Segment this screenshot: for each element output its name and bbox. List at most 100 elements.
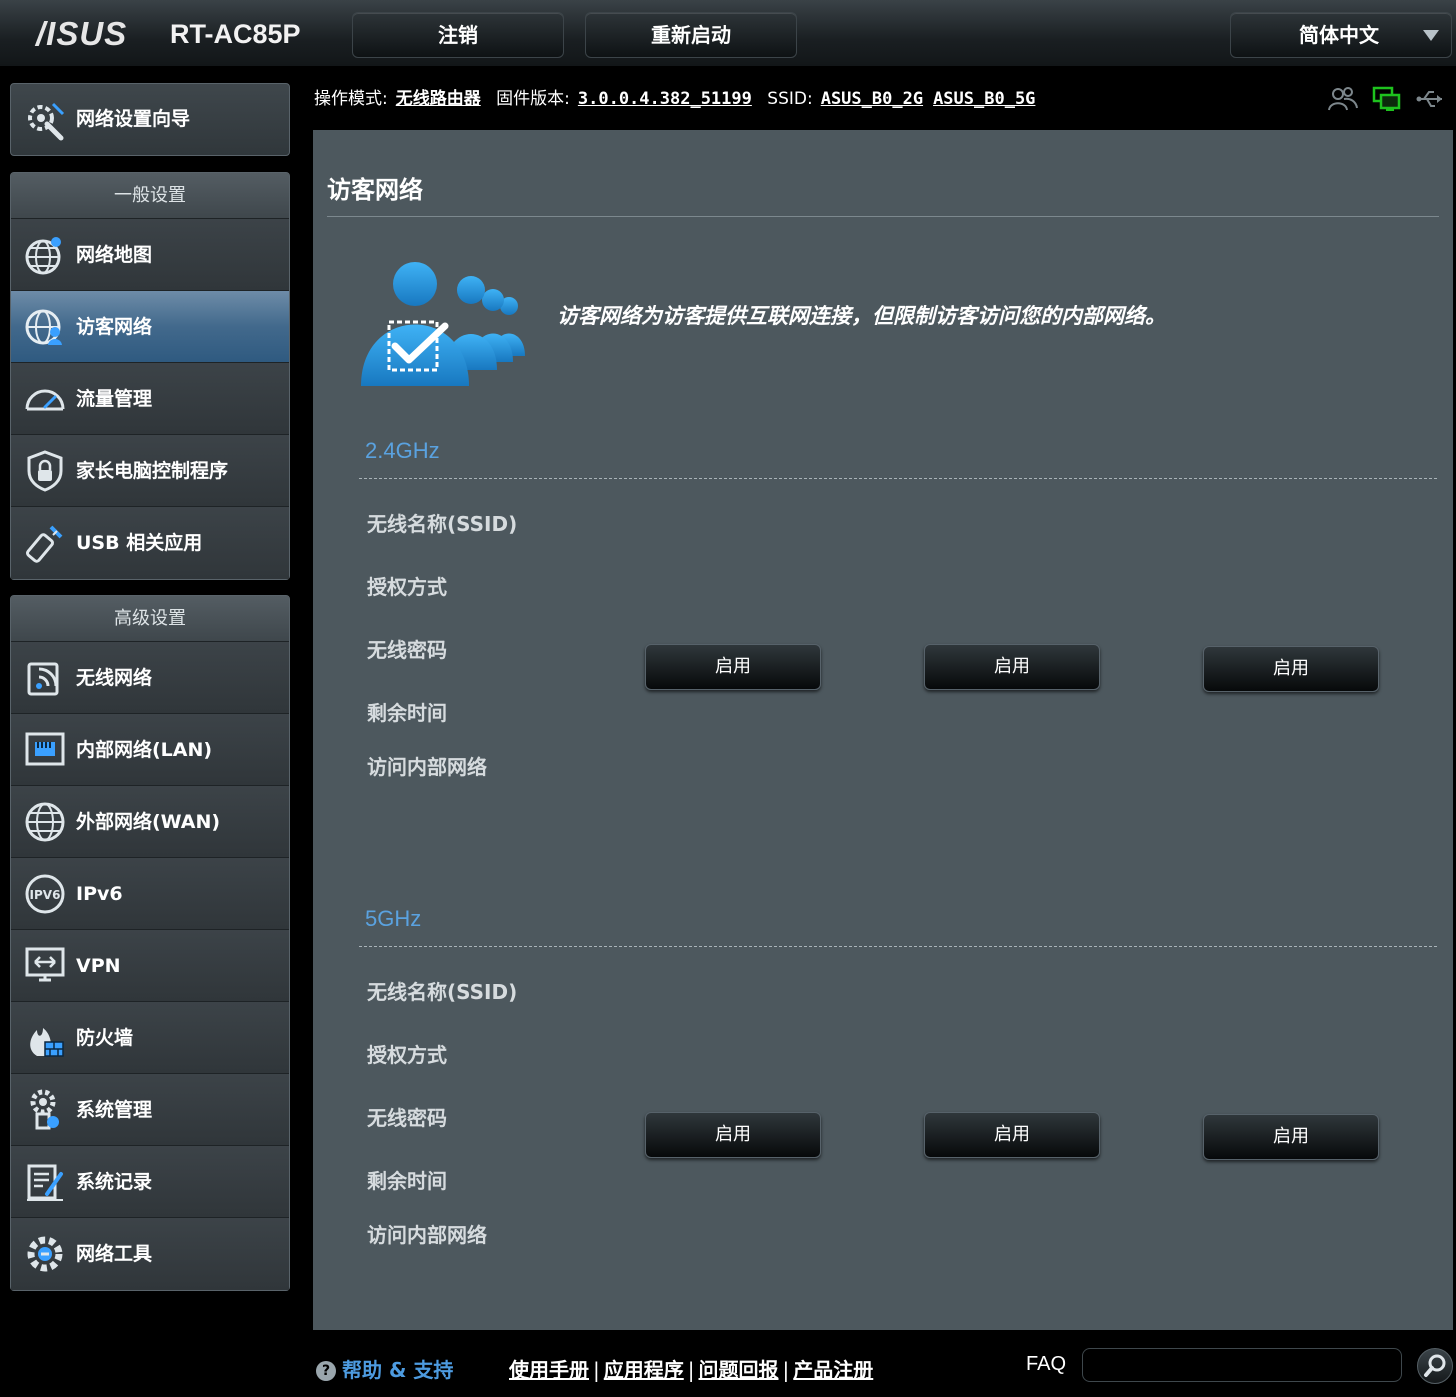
sidebar-item-usb-apps[interactable]: USB 相关应用 [11, 507, 289, 579]
help-support-label: 帮助 & 支持 [342, 1358, 454, 1382]
ipv6-icon: IPV6 [25, 874, 65, 914]
manual-link[interactable]: 使用手册 [509, 1358, 589, 1382]
network-status-icon[interactable] [1372, 86, 1402, 112]
advanced-settings-header: 高级设置 [11, 596, 289, 642]
guest-network-panel: 访客网络 访客网络为访客提供互联网连接，但限制访客访问您的内部网络。 2.4GH… [313, 130, 1453, 1330]
sidebar-item-label: 网络工具 [76, 1243, 153, 1265]
sidebar-item-vpn[interactable]: VPN [11, 930, 289, 1002]
system-admin-icon [30, 1089, 59, 1130]
mode-label: 操作模式: [314, 89, 388, 109]
link-separator: | [593, 1358, 600, 1382]
sidebar-item-label: 无线网络 [76, 667, 153, 689]
sidebar-item-label: VPN [76, 955, 121, 977]
language-select[interactable]: 简体中文 [1230, 12, 1452, 58]
guest-globe-icon [25, 309, 62, 345]
logout-button[interactable]: 注销 [352, 12, 564, 58]
footer-links: 使用手册 | 应用程序 | 问题回报 | 产品注册 [509, 1354, 873, 1383]
apps-link[interactable]: 应用程序 [604, 1358, 684, 1382]
general-settings-header: 一般设置 [11, 173, 289, 219]
enable-button-2g-3[interactable]: 启用 [1203, 646, 1379, 692]
firewall-icon [30, 1028, 64, 1057]
help-question-icon: ? [316, 1361, 336, 1381]
faq-label: FAQ [1026, 1353, 1067, 1375]
ssid-label: SSID: [767, 89, 813, 109]
footer: ? 帮助 & 支持 使用手册 | 应用程序 | 问题回报 | 产品注册 FAQ [314, 1340, 1456, 1397]
link-separator: | [782, 1358, 790, 1382]
svg-text:IPV6: IPV6 [30, 888, 61, 902]
band-divider-2g [359, 478, 1437, 479]
usb-icon [26, 525, 63, 563]
firmware-label: 固件版本: [496, 89, 570, 109]
sidebar-item-guest-network[interactable]: 访客网络 [11, 291, 289, 363]
row-label-password: 无线密码 [367, 1106, 447, 1130]
sidebar-item-parental-controls[interactable]: 家长电脑控制程序 [11, 435, 289, 507]
ssid-2g-link[interactable]: ASUS_B0_2G [821, 89, 923, 109]
firmware-link[interactable]: 3.0.0.4.382_51199 [578, 89, 752, 109]
wizard-row: 网络设置向导 [11, 84, 289, 155]
sidebar-item-label: IPv6 [76, 883, 123, 905]
status-icons [1328, 86, 1446, 112]
sidebar-item-label: 内部网络(LAN) [76, 739, 213, 761]
product-registration-link[interactable]: 产品注册 [793, 1358, 873, 1382]
row-label-password: 无线密码 [367, 638, 447, 662]
sidebar-item-firewall[interactable]: 防火墙 [11, 1002, 289, 1074]
sidebar-item-lan[interactable]: 内部网络(LAN) [11, 714, 289, 786]
language-value: 简体中文 [1299, 23, 1379, 47]
sidebar-item-wireless[interactable]: 无线网络 [11, 642, 289, 714]
status-infobar: 操作模式: 无线路由器 固件版本: 3.0.0.4.382_51199 SSID: A… [314, 80, 1454, 120]
parental-lock-icon [27, 450, 63, 492]
sidebar-item-ipv6[interactable]: IPV6 IPv6 [11, 858, 289, 930]
vpn-icon [25, 947, 65, 982]
ssid-5g-link[interactable]: ASUS_B0_5G [933, 89, 1035, 109]
row-label-auth-method: 授权方式 [367, 1043, 447, 1067]
usb-status-icon[interactable] [1416, 86, 1446, 112]
feedback-link[interactable]: 问题回报 [699, 1358, 779, 1382]
globe-network-icon [25, 237, 61, 275]
sidebar-item-administration[interactable]: 系统管理 [11, 1074, 289, 1146]
wireless-icon [27, 662, 59, 696]
guest-users-icon [361, 262, 525, 386]
search-icon [1424, 1354, 1446, 1377]
sidebar-item-network-tools[interactable]: 网络工具 [11, 1218, 289, 1290]
network-tools-icon [27, 1236, 63, 1272]
sidebar-item-label: 系统记录 [76, 1171, 153, 1193]
guest-network-description: 访客网络为访客提供互联网连接，但限制访客访问您的内部网络。 [557, 304, 1166, 328]
row-label-auth-method: 授权方式 [367, 575, 447, 599]
enable-button-2g-1[interactable]: 启用 [645, 644, 821, 690]
asus-logo: /ISUS [36, 15, 128, 52]
faq-search-input[interactable] [1082, 1348, 1402, 1382]
sidebar-item-network-map[interactable]: 网络地图 [11, 219, 289, 291]
row-label-time-remaining: 剩余时间 [367, 1169, 447, 1193]
sidebar-item-traffic-manager[interactable]: 流量管理 [11, 363, 289, 435]
help-support-link[interactable]: ? 帮助 & 支持 [316, 1354, 453, 1383]
sidebar-item-label: 流量管理 [76, 388, 153, 410]
chevron-down-icon [1423, 30, 1439, 41]
model-name: RT-AC85P [170, 19, 301, 49]
link-separator: | [687, 1358, 695, 1382]
page-title: 访客网络 [327, 176, 423, 204]
system-log-icon [27, 1164, 63, 1201]
wan-globe-icon [25, 802, 65, 842]
row-label-time-remaining: 剩余时间 [367, 701, 447, 725]
enable-button-2g-2[interactable]: 启用 [924, 644, 1100, 690]
wizard-wrench-icon [28, 102, 65, 141]
faq-search-button[interactable] [1417, 1348, 1453, 1384]
top-header: /ISUS RT-AC85P 注销 重新启动 简体中文 [0, 0, 1456, 66]
reboot-button[interactable]: 重新启动 [585, 12, 797, 58]
sidebar-item-system-log[interactable]: 系统记录 [11, 1146, 289, 1218]
sidebar-item-label: 访客网络 [76, 316, 153, 338]
sidebar-item-label: 防火墙 [76, 1027, 134, 1049]
clients-icon[interactable] [1328, 86, 1358, 112]
advanced-settings-group: 高级设置 无线网络 内部网络(LAN) 外部网络(WAN) IPV6 IPv6 [10, 595, 290, 1291]
lan-icon [25, 732, 65, 766]
enable-button-5g-1[interactable]: 启用 [645, 1112, 821, 1158]
enable-button-5g-2[interactable]: 启用 [924, 1112, 1100, 1158]
row-label-intranet-access: 访问内部网络 [367, 1223, 487, 1247]
mode-link[interactable]: 无线路由器 [396, 89, 481, 109]
sidebar-item-wan[interactable]: 外部网络(WAN) [11, 786, 289, 858]
setup-wizard-item[interactable]: 网络设置向导 [10, 83, 290, 156]
row-label-ssid: 无线名称(SSID) [367, 512, 518, 536]
sidebar-item-label: 系统管理 [76, 1099, 153, 1121]
enable-button-5g-3[interactable]: 启用 [1203, 1114, 1379, 1160]
band-title-5g: 5GHz [365, 906, 422, 931]
